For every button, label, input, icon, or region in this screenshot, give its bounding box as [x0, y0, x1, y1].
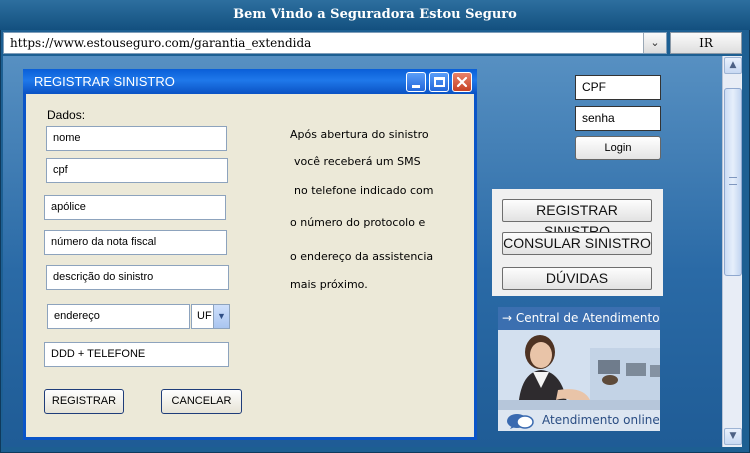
- info-line: o endereço da assistencia: [290, 250, 434, 263]
- maximize-icon: [434, 77, 445, 87]
- scroll-down-button[interactable]: ▼: [724, 428, 742, 445]
- info-line: o número do protocolo e: [290, 216, 426, 229]
- dialog-title-bar: REGISTRAR SINISTRO: [23, 69, 477, 94]
- atendimento-online-link[interactable]: Atendimento online: [498, 410, 660, 431]
- cpf-login-input[interactable]: CPF: [575, 75, 661, 100]
- atendimento-online-label: Atendimento online: [542, 413, 660, 427]
- chevron-down-icon[interactable]: ▼: [213, 305, 229, 328]
- vertical-scrollbar[interactable]: ▲ ▼: [722, 56, 742, 447]
- chevron-down-icon: ▼: [729, 431, 737, 441]
- cancelar-button[interactable]: CANCELAR: [161, 389, 242, 414]
- scrollbar-thumb[interactable]: [724, 88, 742, 276]
- scroll-up-button[interactable]: ▲: [724, 57, 742, 74]
- info-line: Após abertura do sinistro: [290, 128, 429, 141]
- nota-fiscal-field[interactable]: número da nota fiscal: [44, 230, 227, 255]
- support-header: → Central de Atendimento: [498, 307, 660, 330]
- endereco-field[interactable]: endereço: [47, 304, 190, 329]
- registrar-button[interactable]: REGISTRAR: [44, 389, 124, 414]
- maximize-button[interactable]: [429, 72, 449, 92]
- apolice-field[interactable]: apólice: [44, 195, 226, 220]
- descricao-field[interactable]: descrição do sinistro: [46, 265, 229, 290]
- senha-input[interactable]: senha: [575, 106, 661, 131]
- info-line: você receberá um SMS: [294, 155, 421, 168]
- chat-icon: [507, 414, 534, 429]
- arrow-right-icon: →: [502, 311, 513, 325]
- info-line: no telefone indicado com: [294, 184, 434, 197]
- login-button[interactable]: Login: [575, 136, 661, 160]
- cpf-field[interactable]: cpf: [46, 158, 228, 183]
- support-banner[interactable]: → Central de Atendimento Atendimento onl…: [498, 307, 660, 431]
- support-header-label: Central de Atendimento: [515, 311, 660, 325]
- uf-select[interactable]: UF ▼: [191, 304, 230, 329]
- chevron-down-icon: ⌄: [650, 36, 660, 49]
- chevron-up-icon: ▲: [729, 60, 737, 70]
- address-dropdown-button[interactable]: ⌄: [643, 33, 666, 53]
- registrar-sinistro-dialog: REGISTRAR SINISTRO Dados: nome cpf apóli…: [23, 69, 477, 440]
- consultar-sinistro-button[interactable]: CONSULAR SINISTRO: [502, 232, 652, 255]
- telefone-field[interactable]: DDD + TELEFONE: [44, 342, 229, 367]
- minimize-icon: [412, 85, 420, 88]
- uf-value: UF: [197, 310, 212, 322]
- agent-illustration: [498, 330, 660, 410]
- nome-field[interactable]: nome: [46, 126, 227, 151]
- info-line: mais próximo.: [290, 278, 368, 291]
- duvidas-button[interactable]: DÚVIDAS: [502, 267, 652, 290]
- close-button[interactable]: [452, 72, 472, 92]
- go-button[interactable]: IR: [670, 32, 742, 54]
- grip-icon: [729, 177, 737, 185]
- address-bar[interactable]: https://www.estouseguro.com/garantia_ext…: [3, 32, 667, 54]
- close-icon: [456, 76, 468, 88]
- menu-panel: REGISTRAR SINISTRO CONSULAR SINISTRO DÚV…: [492, 189, 663, 296]
- dados-label: Dados:: [47, 108, 86, 122]
- registrar-sinistro-button[interactable]: REGISTRAR SINISTRO: [502, 199, 652, 239]
- window-title: Bem Vindo a Seguradora Estou Seguro: [0, 0, 750, 30]
- support-agent-photo: [498, 330, 660, 410]
- dialog-title: REGISTRAR SINISTRO: [34, 74, 175, 89]
- minimize-button[interactable]: [406, 72, 426, 92]
